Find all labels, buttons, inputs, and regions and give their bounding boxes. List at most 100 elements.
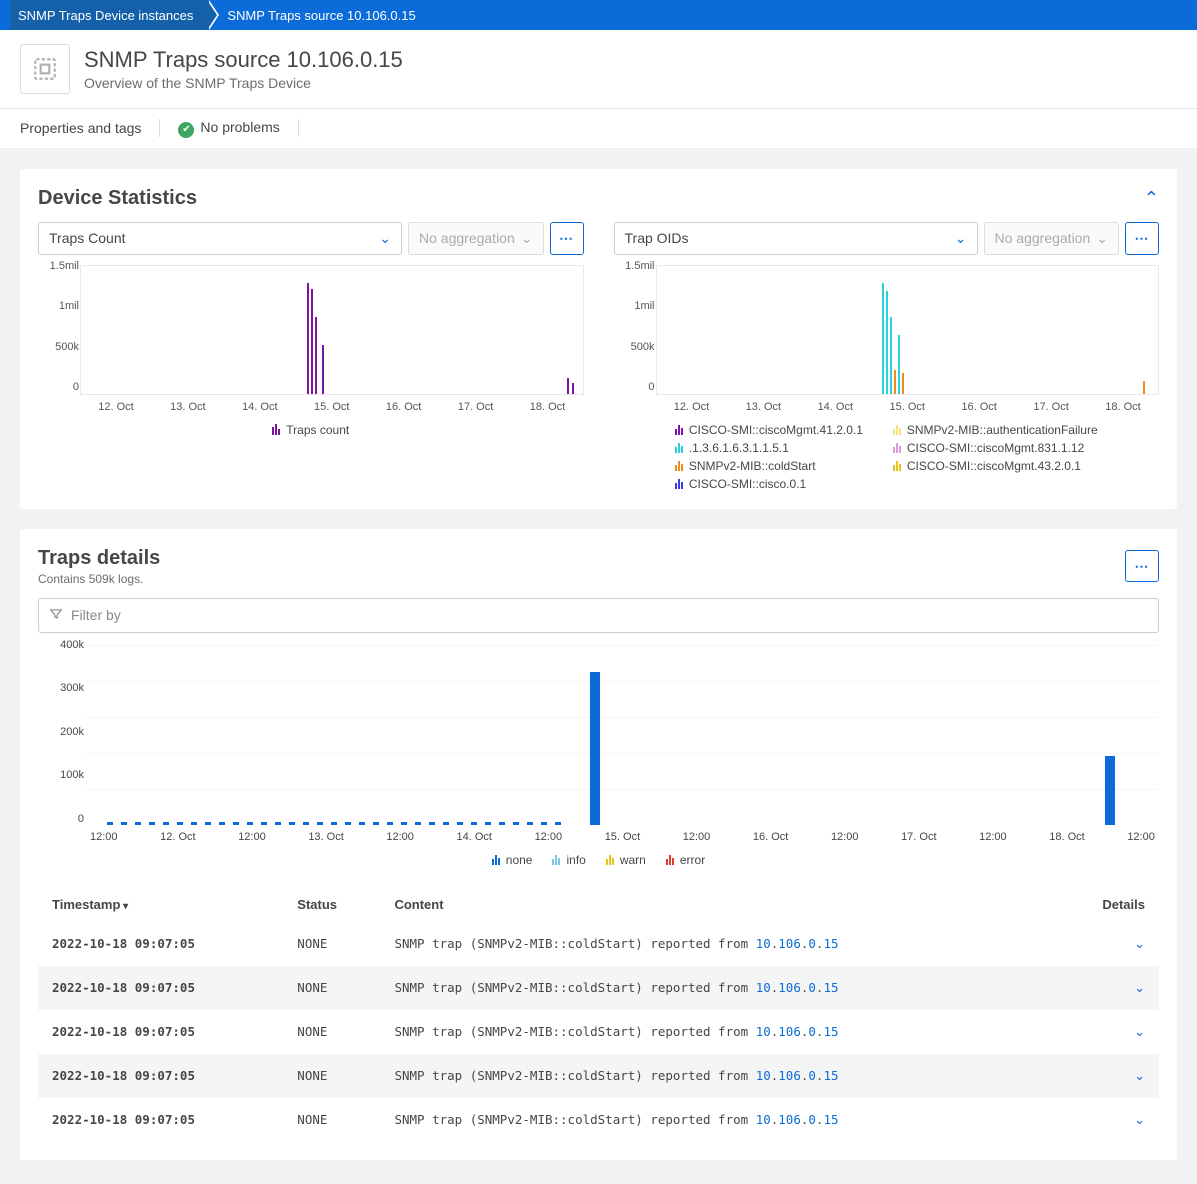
chart-traps-count: Traps Count ⌄ No aggregation ⌄ ⋯ 1.5mil …	[38, 222, 584, 491]
metric-select[interactable]: Trap OIDs ⌄	[614, 222, 978, 255]
breadcrumb-current[interactable]: SNMP Traps source 10.106.0.15	[207, 0, 429, 30]
more-button[interactable]: ⋯	[1125, 222, 1159, 255]
metric-select-label: Traps Count	[49, 230, 126, 246]
more-button[interactable]: ⋯	[550, 222, 584, 255]
expand-button[interactable]: ⌄	[1058, 922, 1159, 966]
cell-status: NONE	[283, 1098, 380, 1142]
cell-timestamp: 2022-10-18 09:07:05	[38, 1098, 283, 1142]
aggregation-label: No aggregation	[995, 230, 1091, 246]
legend-item[interactable]: SNMPv2-MIB::authenticationFailure	[893, 423, 1098, 437]
card-subtitle: Contains 509k logs.	[38, 572, 160, 586]
table-row[interactable]: 2022-10-18 09:07:05NONESNMP trap (SNMPv2…	[38, 1054, 1159, 1098]
expand-button[interactable]: ⌄	[1058, 1010, 1159, 1054]
x-axis: 12:0012. Oct12:0013. Oct12:0014. Oct12:0…	[86, 831, 1159, 843]
table-row[interactable]: 2022-10-18 09:07:05NONESNMP trap (SNMPv2…	[38, 966, 1159, 1010]
logs-table: Timestamp Status Content Details 2022-10…	[38, 887, 1159, 1142]
collapse-button[interactable]: ⌃	[1144, 188, 1159, 209]
divider	[159, 119, 160, 137]
swatch-icon	[675, 479, 683, 489]
cell-timestamp: 2022-10-18 09:07:05	[38, 1054, 283, 1098]
legend-item[interactable]: info	[552, 853, 585, 867]
device-statistics-card: Device Statistics ⌃ Traps Count ⌄ No agg…	[20, 169, 1177, 509]
metric-select-label: Trap OIDs	[625, 230, 689, 246]
cell-content: SNMP trap (SNMPv2-MIB::coldStart) report…	[380, 1054, 1057, 1098]
baseline	[107, 822, 568, 825]
breadcrumb-root[interactable]: SNMP Traps Device instances	[10, 0, 207, 30]
expand-button[interactable]: ⌄	[1058, 966, 1159, 1010]
more-button[interactable]: ⋯	[1125, 550, 1159, 582]
page-title: SNMP Traps source 10.106.0.15	[84, 47, 403, 73]
legend-item[interactable]: .1.3.6.1.6.3.1.1.5.1	[675, 441, 863, 455]
cell-timestamp: 2022-10-18 09:07:05	[38, 966, 283, 1010]
legend-label: info	[566, 853, 585, 867]
col-content[interactable]: Content	[380, 887, 1057, 922]
legend-item[interactable]: Traps count	[272, 423, 349, 437]
traps-details-card: Traps details Contains 509k logs. ⋯ Filt…	[20, 529, 1177, 1160]
swatch-icon	[893, 461, 901, 471]
table-row[interactable]: 2022-10-18 09:07:05NONESNMP trap (SNMPv2…	[38, 1010, 1159, 1054]
legend-item[interactable]: none	[492, 853, 533, 867]
table-row[interactable]: 2022-10-18 09:07:05NONESNMP trap (SNMPv2…	[38, 1098, 1159, 1142]
legend-item[interactable]: warn	[606, 853, 646, 867]
chart-area[interactable]	[81, 266, 583, 394]
legend-item[interactable]: CISCO-SMI::ciscoMgmt.41.2.0.1	[675, 423, 863, 437]
legend-label: warn	[620, 853, 646, 867]
legend-item[interactable]: SNMPv2-MIB::coldStart	[675, 459, 863, 473]
cell-status: NONE	[283, 1054, 380, 1098]
properties-link[interactable]: Properties and tags	[20, 120, 141, 136]
legend-label: none	[506, 853, 533, 867]
legend: none info warn error	[38, 853, 1159, 867]
legend-label: CISCO-SMI::ciscoMgmt.43.2.0.1	[907, 459, 1081, 473]
swatch-icon	[552, 855, 560, 865]
status-badge[interactable]: No problems	[178, 119, 279, 138]
col-details[interactable]: Details	[1058, 887, 1159, 922]
metric-select[interactable]: Traps Count ⌄	[38, 222, 402, 255]
cell-content: SNMP trap (SNMPv2-MIB::coldStart) report…	[380, 966, 1057, 1010]
legend: CISCO-SMI::ciscoMgmt.41.2.0.1SNMPv2-MIB:…	[614, 423, 1160, 491]
col-timestamp[interactable]: Timestamp	[38, 887, 283, 922]
filter-icon	[49, 607, 63, 624]
legend: Traps count	[38, 423, 584, 437]
breadcrumb: SNMP Traps Device instances SNMP Traps s…	[0, 0, 1197, 30]
legend-item[interactable]: CISCO-SMI::ciscoMgmt.43.2.0.1	[893, 459, 1098, 473]
chevron-down-icon: ⌄	[521, 230, 533, 247]
filter-input[interactable]: Filter by	[38, 598, 1159, 633]
cell-timestamp: 2022-10-18 09:07:05	[38, 922, 283, 966]
card-title: Traps details	[38, 547, 160, 570]
expand-button[interactable]: ⌄	[1058, 1098, 1159, 1142]
legend-label: error	[680, 853, 705, 867]
aggregation-select: No aggregation ⌄	[984, 222, 1119, 255]
swatch-icon	[893, 443, 901, 453]
swatch-icon	[675, 443, 683, 453]
legend-label: SNMPv2-MIB::authenticationFailure	[907, 423, 1098, 437]
logs-chart[interactable]: 400k300k200k100k0	[86, 645, 1159, 825]
page-subtitle: Overview of the SNMP Traps Device	[84, 75, 403, 91]
legend-item[interactable]: CISCO-SMI::ciscoMgmt.831.1.12	[893, 441, 1098, 455]
col-status[interactable]: Status	[283, 887, 380, 922]
filter-placeholder: Filter by	[71, 607, 121, 623]
aggregation-select: No aggregation ⌄	[408, 222, 543, 255]
swatch-icon	[675, 425, 683, 435]
y-axis: 400k300k200k100k0	[38, 639, 84, 825]
swatch-icon	[272, 424, 280, 435]
swatch-icon	[606, 855, 614, 865]
cell-content: SNMP trap (SNMPv2-MIB::coldStart) report…	[380, 922, 1057, 966]
card-title: Device Statistics	[38, 187, 197, 210]
cell-status: NONE	[283, 1010, 380, 1054]
legend-label: .1.3.6.1.6.3.1.1.5.1	[689, 441, 789, 455]
swatch-icon	[492, 855, 500, 865]
legend-label: Traps count	[286, 423, 349, 437]
legend-item[interactable]: CISCO-SMI::cisco.0.1	[675, 477, 863, 491]
expand-button[interactable]: ⌄	[1058, 1054, 1159, 1098]
subbar: Properties and tags No problems	[0, 109, 1197, 149]
legend-item[interactable]: error	[666, 853, 705, 867]
table-row[interactable]: 2022-10-18 09:07:05NONESNMP trap (SNMPv2…	[38, 922, 1159, 966]
chart-trap-oids: Trap OIDs ⌄ No aggregation ⌄ ⋯ 1.5mil 1m…	[614, 222, 1160, 491]
chart-area[interactable]	[657, 266, 1159, 394]
legend-label: CISCO-SMI::ciscoMgmt.41.2.0.1	[689, 423, 863, 437]
chevron-down-icon: ⌄	[379, 230, 391, 247]
x-axis: 12. Oct13. Oct14. Oct15. Oct16. Oct17. O…	[656, 401, 1160, 413]
aggregation-label: No aggregation	[419, 230, 515, 246]
cell-status: NONE	[283, 922, 380, 966]
y-axis: 1.5mil 1mil 500k 0	[615, 260, 655, 394]
